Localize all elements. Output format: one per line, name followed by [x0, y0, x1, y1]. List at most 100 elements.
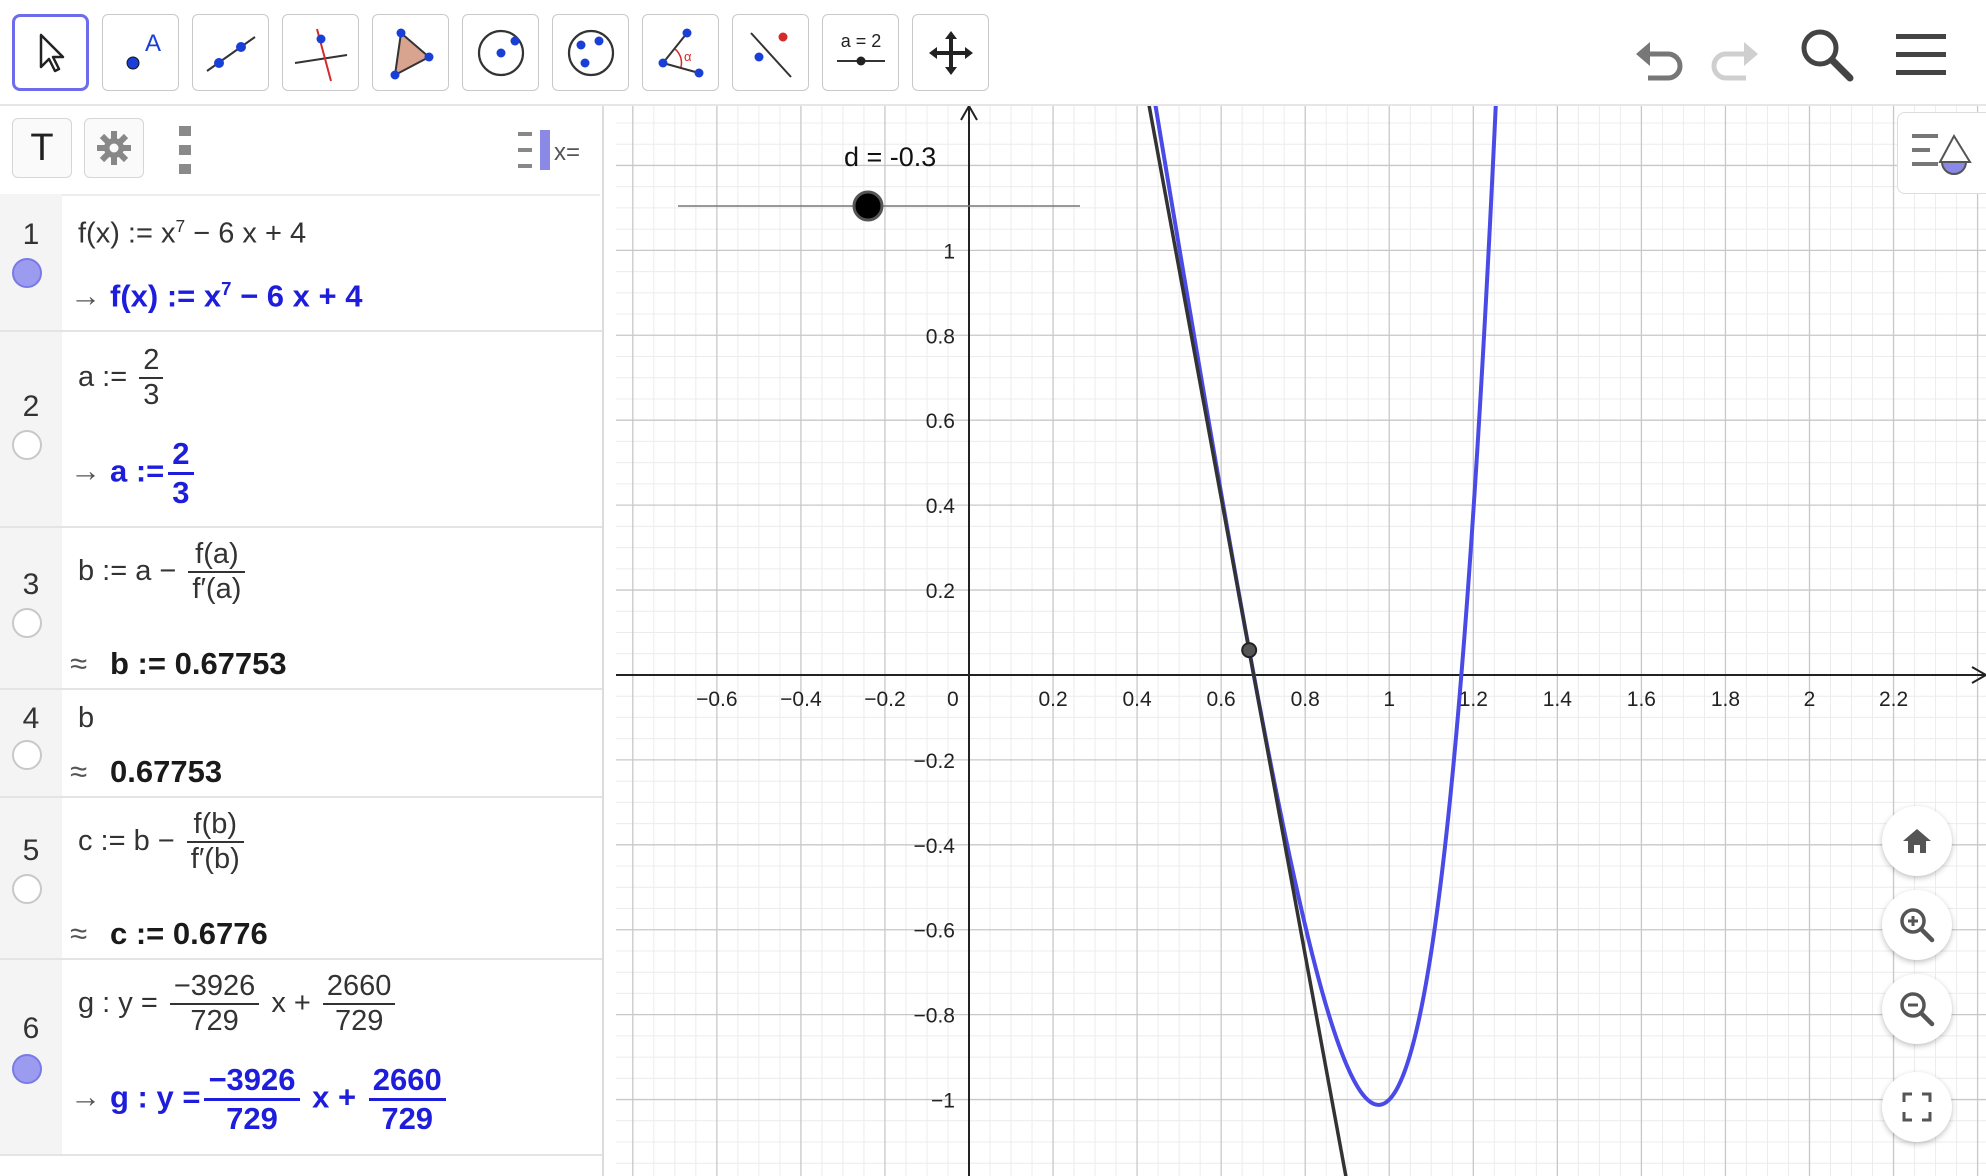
more-vert-icon[interactable] — [178, 126, 192, 174]
x-tick-label: 1 — [1383, 688, 1395, 711]
home-icon — [1903, 829, 1931, 853]
algebra-view: T x= 1 f(x) := x7 − 6 x + 4 → f(x) := x7 … — [0, 106, 604, 1176]
y-tick-label: −0.6 — [914, 920, 955, 943]
svg-text:a = 2: a = 2 — [840, 31, 881, 51]
x-tick-label: 0.6 — [1207, 688, 1236, 711]
text-style-button[interactable]: T — [12, 118, 72, 178]
row-number: 3 — [22, 568, 40, 601]
output-value: → g : y = −3926 729 x + 2660 729 — [70, 1062, 450, 1136]
x-tick-label: 1.2 — [1459, 688, 1488, 711]
line-icon — [205, 35, 256, 72]
x-tick-label: −0.6 — [696, 688, 737, 711]
x-tick-label: 0.2 — [1038, 688, 1067, 711]
redo-icon[interactable] — [1704, 24, 1766, 86]
circle-center-icon — [477, 29, 524, 76]
y-tick-label: −0.4 — [914, 835, 956, 858]
visibility-toggle[interactable] — [12, 874, 42, 904]
circle-three-points-icon — [567, 29, 614, 76]
row-number: 1 — [22, 218, 40, 251]
perpendicular-line-tool[interactable] — [282, 14, 359, 91]
algebra-header: T x= — [0, 106, 600, 196]
svg-text:A: A — [145, 30, 161, 57]
row-number: 6 — [22, 1012, 40, 1045]
y-tick-label: −1 — [931, 1090, 955, 1113]
y-tick-label: 0.8 — [926, 325, 955, 348]
y-tick-label: 1 — [943, 240, 955, 263]
circle-center-point-tool[interactable] — [462, 14, 539, 91]
angle-icon: α — [658, 28, 703, 77]
algebra-row[interactable]: 6 g : y = −3926 729 x + 2660 729 → g : y = −… — [0, 960, 602, 1156]
output-value: → a := 2 3 — [70, 436, 198, 510]
y-tick-label: −0.8 — [914, 1005, 955, 1028]
visibility-toggle[interactable] — [12, 608, 42, 638]
input-expression[interactable]: c := b − f(b) f′(b) — [78, 808, 248, 877]
point-tool[interactable]: A — [102, 14, 179, 91]
menu-icon[interactable] — [1890, 24, 1952, 86]
slider-label: d = -0.3 — [844, 142, 936, 172]
output-value: → f(x) := x7 − 6 x + 4 — [70, 278, 363, 314]
visibility-toggle[interactable] — [12, 258, 42, 288]
algebra-input-icon[interactable]: x= — [516, 128, 586, 174]
x-tick-label: 1.6 — [1627, 688, 1656, 711]
slider-tool[interactable]: a = 2 — [822, 14, 899, 91]
input-expression[interactable]: f(x) := x7 − 6 x + 4 — [78, 216, 306, 251]
output-value: ≈0.67753 — [70, 754, 223, 789]
algebra-row[interactable]: 1 f(x) := x7 − 6 x + 4 → f(x) := x7 − 6 x… — [0, 194, 602, 332]
function-plot[interactable]: −0.6 −0.4 −0.2 0 0.2 0.4 0.6 0.8 1 1.2 1.4 1.6 1.8 2 2… — [616, 106, 1986, 1176]
search-icon[interactable] — [1796, 24, 1858, 86]
polygon-tool[interactable] — [372, 14, 449, 91]
output-value: ≈ b := 0.67753 — [70, 646, 287, 681]
zoom-in-icon — [1900, 908, 1935, 943]
curve-f — [1153, 106, 1498, 1107]
y-tick-label: 0.6 — [926, 410, 955, 433]
point-on-curve — [1241, 642, 1258, 659]
svg-text:α: α — [684, 49, 692, 64]
input-expression[interactable]: a := 23 — [78, 344, 167, 413]
y-tick-label: −0.2 — [914, 750, 955, 773]
algebra-row[interactable]: 3 b := a − f(a) f′(a) ≈ b := 0.67753 — [0, 528, 602, 690]
circle-three-points-tool[interactable] — [552, 14, 629, 91]
polygon-icon — [390, 28, 433, 79]
output-value: ≈ c := 0.6776 — [70, 916, 268, 951]
reflect-icon — [749, 31, 792, 78]
perpendicular-icon — [294, 28, 347, 81]
algebra-row[interactable]: 2 a := 23 → a := 2 3 — [0, 332, 602, 528]
x-tick-label: −0.2 — [864, 688, 905, 711]
zoom-out-icon — [1900, 992, 1935, 1027]
home-button[interactable] — [1882, 806, 1952, 876]
x-tick-label: 1.8 — [1711, 688, 1740, 711]
x-tick-labels: −0.6 −0.4 −0.2 0 0.2 0.4 0.6 0.8 1 1.2 1.4 1.6 1.8 2 2… — [696, 688, 1908, 711]
x-tick-label: 0.4 — [1123, 688, 1153, 711]
row-number: 5 — [22, 834, 40, 867]
fullscreen-button[interactable] — [1882, 1072, 1952, 1142]
algebra-row[interactable]: 4 b ≈0.67753 — [0, 690, 602, 798]
graphics-style-button[interactable] — [1897, 112, 1986, 194]
input-expression[interactable]: b — [78, 702, 94, 735]
visibility-toggle[interactable] — [12, 740, 42, 770]
input-expression[interactable]: b := a − f(a) f′(a) — [78, 538, 249, 607]
reflect-tool[interactable] — [732, 14, 809, 91]
x-tick-label: 0.8 — [1291, 688, 1320, 711]
svg-text:x=: x= — [554, 139, 580, 166]
visibility-toggle[interactable] — [12, 1054, 42, 1084]
graphics-style-icon — [1912, 133, 1972, 175]
cursor-arrow-icon — [39, 33, 64, 72]
zoom-out-button[interactable] — [1882, 974, 1952, 1044]
algebra-row[interactable]: 5 c := b − f(b) f′(b) ≈ c := 0.6776 — [0, 798, 602, 960]
visibility-toggle[interactable] — [12, 430, 42, 460]
slider-handle[interactable] — [852, 190, 884, 222]
x-tick-label: 0 — [947, 688, 959, 711]
undo-icon[interactable] — [1628, 24, 1690, 86]
toolbar: A α a = 2 — [0, 0, 1986, 106]
move-tool[interactable] — [12, 14, 89, 91]
move-arrows-icon — [928, 30, 973, 75]
zoom-in-button[interactable] — [1882, 890, 1952, 960]
settings-button[interactable] — [84, 118, 144, 178]
point-icon: A — [126, 30, 161, 69]
input-expression[interactable]: g : y = −3926 729 x + 2660 729 — [78, 970, 399, 1039]
move-graphics-view-tool[interactable] — [912, 14, 989, 91]
gear-icon — [97, 131, 131, 165]
graphics-view[interactable]: −0.6 −0.4 −0.2 0 0.2 0.4 0.6 0.8 1 1.2 1.4 1.6 1.8 2 2… — [616, 106, 1986, 1176]
angle-tool[interactable]: α — [642, 14, 719, 91]
line-tool[interactable] — [192, 14, 269, 91]
